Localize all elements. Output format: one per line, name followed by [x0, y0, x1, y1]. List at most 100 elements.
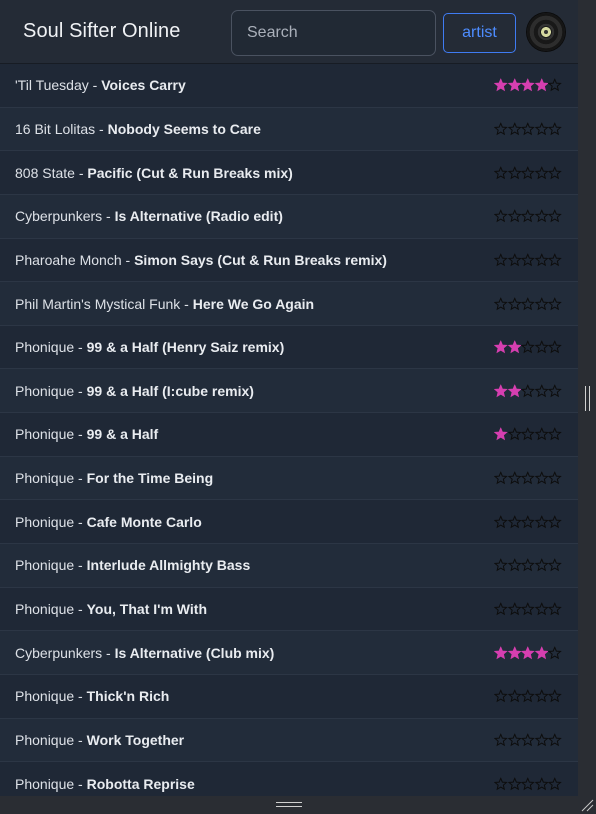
star-empty-icon[interactable] [507, 733, 521, 747]
star-empty-icon[interactable] [548, 646, 562, 659]
star-empty-icon[interactable] [507, 297, 521, 310]
star-empty-icon[interactable] [548, 733, 562, 747]
vertical-resize-handle[interactable] [585, 386, 590, 411]
star-rating[interactable] [494, 209, 562, 223]
artist-filter-button[interactable]: artist [443, 13, 516, 53]
star-rating[interactable] [494, 733, 562, 747]
star-empty-icon[interactable] [494, 602, 508, 616]
star-empty-icon[interactable] [494, 471, 508, 485]
star-rating[interactable] [494, 515, 562, 528]
star-empty-icon[interactable] [507, 777, 521, 790]
song-row[interactable]: Phonique - For the Time Being [0, 456, 578, 501]
star-filled-icon[interactable] [507, 340, 521, 354]
star-empty-icon[interactable] [507, 689, 521, 703]
star-filled-icon[interactable] [494, 78, 508, 92]
star-empty-icon[interactable] [494, 253, 508, 267]
song-row[interactable]: 'Til Tuesday - Voices Carry [0, 64, 578, 108]
star-empty-icon[interactable] [548, 78, 562, 92]
star-empty-icon[interactable] [494, 733, 508, 747]
star-empty-icon[interactable] [534, 689, 548, 703]
star-empty-icon[interactable] [534, 602, 548, 616]
star-empty-icon[interactable] [521, 777, 535, 790]
star-empty-icon[interactable] [521, 209, 535, 223]
star-rating[interactable] [494, 78, 562, 92]
song-row[interactable]: Phonique - Robotta Reprise [0, 762, 578, 796]
song-row[interactable]: Phonique - Interlude Allmighty Bass [0, 544, 578, 588]
star-empty-icon[interactable] [521, 253, 535, 267]
song-row[interactable]: Phonique - 99 & a Half (I:cube remix) [0, 369, 578, 414]
star-empty-icon[interactable] [507, 515, 521, 528]
star-empty-icon[interactable] [534, 427, 548, 441]
song-row[interactable]: 808 State - Pacific (Cut & Run Breaks mi… [0, 151, 578, 195]
song-row[interactable]: Cyberpunkers - Is Alternative (Club mix) [0, 631, 578, 675]
star-empty-icon[interactable] [507, 166, 521, 179]
star-empty-icon[interactable] [494, 515, 508, 528]
star-empty-icon[interactable] [548, 515, 562, 528]
star-rating[interactable] [494, 166, 562, 179]
search-input[interactable] [231, 10, 436, 56]
star-empty-icon[interactable] [507, 471, 521, 485]
song-row[interactable]: Phonique - 99 & a Half [0, 413, 578, 457]
star-empty-icon[interactable] [494, 777, 508, 790]
horizontal-resize-handle[interactable] [276, 802, 302, 807]
star-empty-icon[interactable] [521, 558, 535, 572]
app-title[interactable]: Soul Sifter Online [23, 20, 180, 43]
star-empty-icon[interactable] [548, 558, 562, 572]
star-filled-icon[interactable] [507, 78, 521, 92]
star-filled-icon[interactable] [494, 340, 508, 354]
song-row[interactable]: Phonique - You, That I'm With [0, 588, 578, 632]
star-empty-icon[interactable] [534, 558, 548, 572]
star-empty-icon[interactable] [548, 122, 562, 136]
star-empty-icon[interactable] [548, 209, 562, 223]
star-empty-icon[interactable] [507, 122, 521, 136]
star-empty-icon[interactable] [548, 166, 562, 179]
star-empty-icon[interactable] [534, 253, 548, 267]
star-empty-icon[interactable] [548, 340, 562, 354]
song-row[interactable]: Phonique - Work Together [0, 718, 578, 763]
star-empty-icon[interactable] [534, 297, 548, 310]
star-empty-icon[interactable] [507, 209, 521, 223]
star-empty-icon[interactable] [507, 427, 521, 441]
star-empty-icon[interactable] [521, 297, 535, 310]
song-row[interactable]: Phonique - Cafe Monte Carlo [0, 500, 578, 545]
star-empty-icon[interactable] [548, 427, 562, 441]
star-empty-icon[interactable] [521, 166, 535, 179]
star-empty-icon[interactable] [534, 777, 548, 790]
star-empty-icon[interactable] [548, 297, 562, 310]
star-empty-icon[interactable] [507, 602, 521, 616]
star-empty-icon[interactable] [521, 515, 535, 528]
star-empty-icon[interactable] [534, 471, 548, 485]
star-filled-icon[interactable] [494, 427, 508, 441]
star-filled-icon[interactable] [534, 78, 548, 92]
vinyl-record-icon[interactable] [527, 13, 565, 51]
star-empty-icon[interactable] [521, 471, 535, 485]
star-rating[interactable] [494, 689, 562, 703]
star-filled-icon[interactable] [521, 78, 535, 92]
star-rating[interactable] [494, 777, 562, 790]
corner-resize-grip-icon[interactable] [580, 798, 594, 812]
star-empty-icon[interactable] [521, 384, 535, 398]
star-empty-icon[interactable] [521, 340, 535, 354]
song-row[interactable]: Pharoahe Monch - Simon Says (Cut & Run B… [0, 239, 578, 283]
star-rating[interactable] [494, 471, 562, 485]
star-empty-icon[interactable] [494, 558, 508, 572]
star-empty-icon[interactable] [521, 602, 535, 616]
star-empty-icon[interactable] [548, 689, 562, 703]
song-row[interactable]: Phonique - Thick'n Rich [0, 675, 578, 719]
star-rating[interactable] [494, 340, 562, 354]
star-rating[interactable] [494, 253, 562, 267]
star-rating[interactable] [494, 384, 562, 398]
star-empty-icon[interactable] [507, 558, 521, 572]
star-empty-icon[interactable] [548, 777, 562, 790]
star-empty-icon[interactable] [521, 122, 535, 136]
star-empty-icon[interactable] [494, 209, 508, 223]
song-row[interactable]: Cyberpunkers - Is Alternative (Radio edi… [0, 194, 578, 239]
star-empty-icon[interactable] [521, 689, 535, 703]
song-row[interactable]: Phil Martin's Mystical Funk - Here We Go… [0, 282, 578, 326]
star-filled-icon[interactable] [534, 646, 548, 659]
star-empty-icon[interactable] [548, 253, 562, 267]
song-row[interactable]: 16 Bit Lolitas - Nobody Seems to Care [0, 107, 578, 152]
star-empty-icon[interactable] [534, 515, 548, 528]
star-empty-icon[interactable] [534, 733, 548, 747]
star-empty-icon[interactable] [534, 340, 548, 354]
